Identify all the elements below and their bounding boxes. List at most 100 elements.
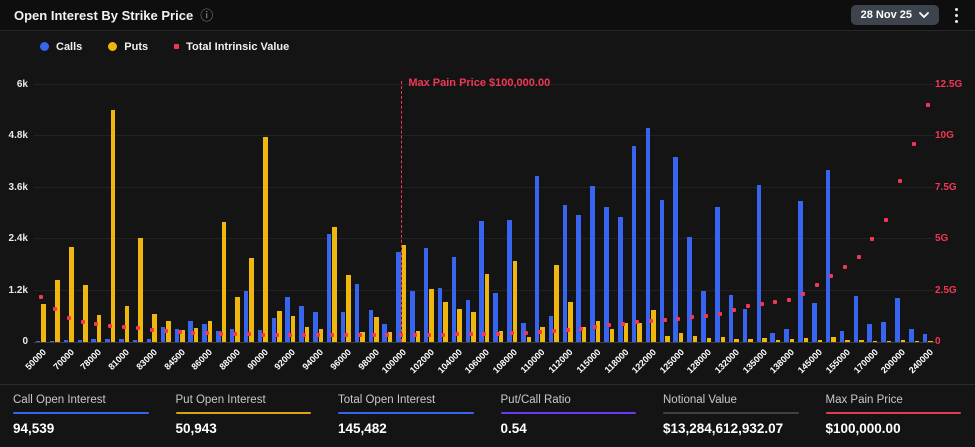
call-bar[interactable]: [272, 318, 277, 342]
put-bar[interactable]: [928, 341, 933, 342]
call-bar[interactable]: [424, 248, 429, 342]
call-bar[interactable]: [826, 170, 831, 342]
intrinsic-dot[interactable]: [344, 333, 348, 337]
strike-group[interactable]: [893, 85, 907, 342]
strike-group[interactable]: [879, 85, 893, 342]
put-bar[interactable]: [41, 304, 46, 342]
intrinsic-dot[interactable]: [732, 308, 736, 312]
intrinsic-dot[interactable]: [316, 333, 320, 337]
call-bar[interactable]: [784, 329, 789, 342]
intrinsic-dot[interactable]: [150, 328, 154, 332]
strike-group[interactable]: [852, 85, 866, 342]
call-bar[interactable]: [854, 296, 859, 342]
strike-group[interactable]: [602, 85, 616, 342]
intrinsic-dot[interactable]: [801, 292, 805, 296]
strike-group[interactable]: [353, 85, 367, 342]
intrinsic-dot[interactable]: [205, 331, 209, 335]
strike-group[interactable]: [519, 85, 533, 342]
put-bar[interactable]: [859, 340, 864, 342]
strike-group[interactable]: [186, 85, 200, 342]
call-bar[interactable]: [313, 312, 318, 342]
strike-group[interactable]: [117, 85, 131, 342]
put-bar[interactable]: [513, 261, 518, 342]
intrinsic-dot[interactable]: [482, 332, 486, 336]
strike-group[interactable]: [34, 85, 48, 342]
intrinsic-dot[interactable]: [884, 218, 888, 222]
strike-group[interactable]: [242, 85, 256, 342]
put-bar[interactable]: [69, 247, 74, 342]
strike-group[interactable]: [214, 85, 228, 342]
put-bar[interactable]: [873, 341, 878, 342]
strike-group[interactable]: [491, 85, 505, 342]
put-bar[interactable]: [776, 340, 781, 342]
strike-group[interactable]: [672, 85, 686, 342]
strike-group[interactable]: [616, 85, 630, 342]
strike-group[interactable]: [89, 85, 103, 342]
strike-group[interactable]: [228, 85, 242, 342]
legend-item-puts[interactable]: Puts: [108, 41, 148, 53]
put-bar[interactable]: [818, 340, 823, 342]
strike-group[interactable]: [311, 85, 325, 342]
intrinsic-dot[interactable]: [288, 333, 292, 337]
put-bar[interactable]: [277, 311, 282, 342]
intrinsic-dot[interactable]: [676, 317, 680, 321]
call-bar[interactable]: [369, 310, 374, 342]
intrinsic-dot[interactable]: [635, 320, 639, 324]
call-bar[interactable]: [867, 324, 872, 342]
strike-group[interactable]: [339, 85, 353, 342]
call-bar[interactable]: [119, 339, 124, 342]
intrinsic-dot[interactable]: [663, 318, 667, 322]
strike-group[interactable]: [561, 85, 575, 342]
strike-group[interactable]: [824, 85, 838, 342]
put-bar[interactable]: [346, 275, 351, 342]
intrinsic-dot[interactable]: [219, 332, 223, 336]
strike-group[interactable]: [297, 85, 311, 342]
kebab-menu-icon[interactable]: [949, 4, 963, 26]
strike-group[interactable]: [727, 85, 741, 342]
put-bar[interactable]: [471, 312, 476, 342]
strike-group[interactable]: [173, 85, 187, 342]
intrinsic-dot[interactable]: [469, 332, 473, 336]
strike-group[interactable]: [796, 85, 810, 342]
intrinsic-dot[interactable]: [455, 332, 459, 336]
call-bar[interactable]: [576, 215, 581, 342]
strike-group[interactable]: [505, 85, 519, 342]
intrinsic-dot[interactable]: [773, 300, 777, 304]
strike-group[interactable]: [630, 85, 644, 342]
put-bar[interactable]: [527, 337, 532, 342]
legend-item-intrinsic[interactable]: Total Intrinsic Value: [174, 41, 289, 53]
call-bar[interactable]: [604, 207, 609, 342]
strike-group[interactable]: [103, 85, 117, 342]
strike-group[interactable]: [658, 85, 672, 342]
call-bar[interactable]: [78, 340, 83, 342]
strike-group[interactable]: [159, 85, 173, 342]
intrinsic-dot[interactable]: [524, 331, 528, 335]
put-bar[interactable]: [665, 336, 670, 342]
intrinsic-dot[interactable]: [607, 323, 611, 327]
put-bar[interactable]: [222, 222, 227, 342]
call-bar[interactable]: [91, 339, 96, 342]
call-bar[interactable]: [147, 339, 152, 342]
strike-group[interactable]: [436, 85, 450, 342]
strike-group[interactable]: [422, 85, 436, 342]
put-bar[interactable]: [762, 338, 767, 342]
call-bar[interactable]: [812, 303, 817, 342]
intrinsic-dot[interactable]: [566, 328, 570, 332]
put-bar[interactable]: [332, 227, 337, 342]
intrinsic-dot[interactable]: [843, 265, 847, 269]
strike-group[interactable]: [145, 85, 159, 342]
intrinsic-dot[interactable]: [690, 315, 694, 319]
put-bar[interactable]: [734, 339, 739, 342]
intrinsic-dot[interactable]: [912, 142, 916, 146]
intrinsic-dot[interactable]: [718, 312, 722, 316]
intrinsic-dot[interactable]: [233, 332, 237, 336]
intrinsic-dot[interactable]: [372, 333, 376, 337]
put-bar[interactable]: [637, 323, 642, 342]
intrinsic-dot[interactable]: [53, 307, 57, 311]
call-bar[interactable]: [590, 186, 595, 342]
call-bar[interactable]: [646, 128, 651, 342]
intrinsic-dot[interactable]: [746, 304, 750, 308]
intrinsic-dot[interactable]: [829, 274, 833, 278]
intrinsic-dot[interactable]: [358, 333, 362, 337]
put-bar[interactable]: [693, 336, 698, 342]
